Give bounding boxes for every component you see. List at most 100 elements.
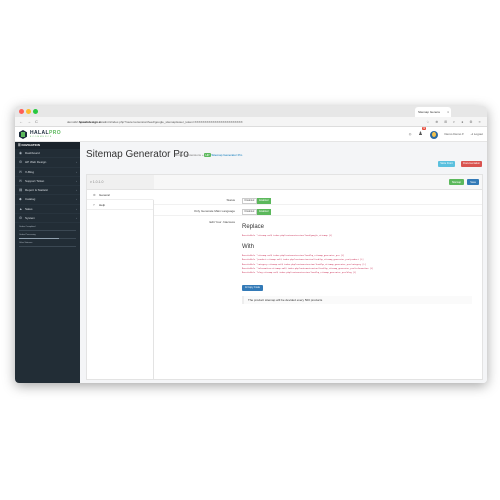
sidebar-item-label: HP Web Design [25,160,47,165]
panel-toolbar-right [154,175,482,189]
halalpro-logo[interactable]: HALALPRO ECOMMERCE [19,130,63,140]
sidebar-item-label: System [25,216,36,221]
main-language-label: Only Generate Main Language [193,209,235,213]
admin-topbar: HALALPRO ECOMMERCE ◎ ♟ 9 Demo Demo ▾ ⇥ Lo… [15,127,487,142]
store-front-button[interactable]: Store Front [438,161,455,167]
sitemap-button[interactable]: Sitemap [448,179,464,185]
stat-progress-bar [19,238,76,240]
sidebar-item-label: Dashboard [25,151,40,155]
sidebar-item-sales[interactable]: ▲ Sales › [15,205,80,215]
admin-app: HALALPRO ECOMMERCE ◎ ♟ 9 Demo Demo ▾ ⇥ Lo… [15,127,487,383]
htaccess-instructions: Replace RewriteRule ^sitemap.xml$ index.… [242,224,472,305]
vertical-tabs: ⚙ General ? Help [87,190,154,379]
page-header: Sitemap Generator Pro Home » Extensions … [80,142,487,168]
copy-code-label: Copy Code [247,286,260,290]
navigation-header: ☰ NAVIGATION [15,142,80,149]
sidebar: ☰ NAVIGATION ◉ Dashboard ⚙ HP Web Design › … [15,142,80,383]
chevron-right-icon: › [76,216,77,221]
breadcrumb-hp[interactable]: HP [204,153,211,157]
minimize-window-button[interactable] [26,109,31,114]
status-enabled-option[interactable]: Enabled [256,198,271,204]
replace-heading: Replace [242,224,265,230]
chevron-right-icon: › [76,206,77,211]
htaccess-label: Edit Your .htaccess [209,220,235,224]
maximize-window-button[interactable] [33,109,38,114]
breadcrumb-extensions[interactable]: Extensions [186,153,201,157]
stat-progress-bar [19,230,76,232]
close-tab-icon[interactable]: × [447,107,449,117]
replace-code: RewriteRule ^sitemap.xml$ index.php?rout… [242,235,333,237]
chevron-right-icon: › [76,178,77,183]
sidebar-item-label: Sales [25,206,33,211]
bell-icon[interactable]: ♟ 9 [418,127,426,139]
forward-icon[interactable]: → [27,119,31,125]
avatar[interactable] [429,130,438,139]
sidebar-item-support-ticket[interactable]: ✉ Support Ticket › [15,177,80,187]
browser-extension-icons[interactable]: ☆ ⊕ ⊞ ◐ ● ⚙ ≡ [426,119,483,125]
sidebar-item-catalog[interactable]: ◆ Catalog › [15,195,80,205]
logout-link[interactable]: ⇥ Logout [470,130,483,139]
sidebar-item-dashboard[interactable]: ◉ Dashboard [15,149,80,159]
header-buttons: Store Front Documentation [436,151,482,169]
tab-label: General [99,193,110,197]
reload-icon[interactable]: C [35,119,38,125]
url-prefix: demo02. [67,120,79,124]
sidebar-item-system[interactable]: ⚙ System › [15,214,80,224]
sitemap-note: The product sitemap will be devided ever… [242,296,472,305]
chevron-right-icon: › [76,188,77,193]
with-code-line: RewriteRule ^blog-sitemap.xml$ index.php… [242,272,357,275]
main-language-toggle: Disabled Enabled [242,209,271,215]
main-content: Sitemap Generator Pro Home » Extensions … [80,142,487,383]
page-title: Sitemap Generator Pro [86,149,189,160]
status-label: Status [226,198,235,202]
sidebar-item-report[interactable]: ▤ Report & Statistic › [15,186,80,196]
copy-code-button[interactable]: ⧉ Copy Code [242,284,263,291]
settings-panel: v 1.0.1.0 Sitemap Save ⚙ General ? Help St… [86,174,483,380]
sidebar-item-hp-web-design[interactable]: ⚙ HP Web Design › [15,158,80,168]
panel-toolbar: v 1.0.1.0 Sitemap Save [87,175,482,190]
close-window-button[interactable] [19,109,24,114]
topbar-actions: ◎ ♟ 9 Demo Demo ▾ ⇥ Logout [403,127,483,139]
back-icon[interactable]: ← [19,119,23,125]
documentation-button[interactable]: Documentation [461,161,482,167]
chevron-right-icon: › [76,160,77,165]
stat-orders-completed: Orders Completed [19,226,76,232]
breadcrumb-current[interactable]: Sitemap Generator Pro [211,153,242,157]
status-row: Status Disabled Enabled [154,195,482,205]
general-tab-content: Status Disabled Enabled Only Generate Mai… [154,190,482,379]
notification-badge: 9 [422,127,426,130]
tab-general[interactable]: ⚙ General [87,190,154,200]
breadcrumb: Home » Extensions » HP Sitemap Generator… [175,153,243,157]
stat-label: Orders Completed [19,226,36,229]
sidebar-item-label: Catalog [25,197,36,202]
chevron-right-icon: › [76,197,77,202]
url-domain: hpwebdesign.io [78,120,102,124]
main-language-row: Only Generate Main Language Disabled Enab… [154,206,482,216]
stat-progress-fill [19,238,59,240]
browser-tab[interactable]: Sitemap Genera × [415,107,451,117]
help-circle-icon[interactable]: ◎ [409,130,412,139]
main-language-enabled-option[interactable]: Enabled [256,209,271,215]
save-button[interactable]: Save [467,179,479,185]
logo-subtitle: ECOMMERCE [30,136,53,138]
sidebar-item-x-blog[interactable]: ✉ X-Blog › [15,168,80,177]
stat-orders-processing: Orders Processing [19,234,76,240]
breadcrumb-home[interactable]: Home [175,153,183,157]
stat-progress-bar [19,246,76,248]
sidebar-item-label: X-Blog [25,169,35,174]
version-label: v 1.0.1.0 [90,180,104,184]
main-language-disabled-option[interactable]: Disabled [242,209,257,215]
stat-other-statuses: Other Statuses [19,242,76,248]
status-disabled-option[interactable]: Disabled [242,198,257,204]
sidebar-item-label: Support Ticket [25,178,45,183]
tab-label: Help [99,203,106,207]
sidebar-item-label: Report & Statistic [25,188,49,193]
address-bar: ← → C demo02.hpwebdesign.io/admin/index.… [15,117,487,127]
user-menu[interactable]: Demo Demo ▾ [444,130,463,139]
tab-help[interactable]: ? Help [87,200,153,210]
url-path: /admin/index.php?route=extension/feed/go… [101,120,243,124]
chevron-right-icon: › [76,169,77,174]
browser-titlebar: Sitemap Genera × [15,106,487,117]
url-field[interactable]: demo02.hpwebdesign.io/admin/index.php?ro… [67,119,243,125]
stat-label: Other Statuses [19,242,33,245]
